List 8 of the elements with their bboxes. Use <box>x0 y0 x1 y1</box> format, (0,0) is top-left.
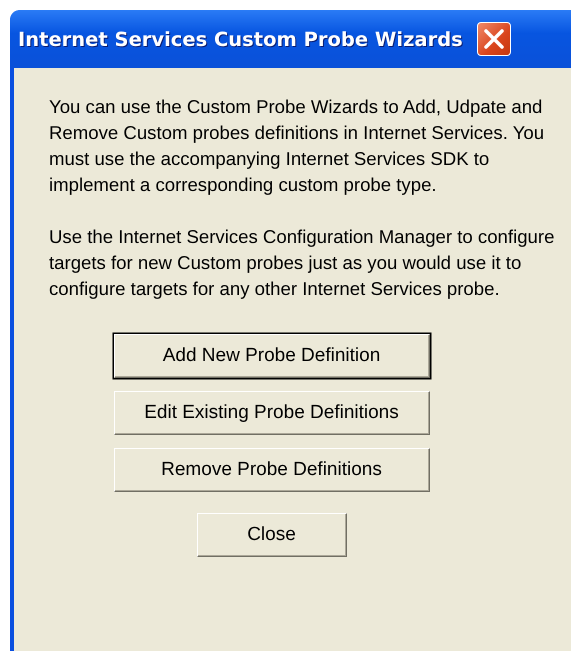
close-button[interactable]: Close <box>196 513 346 557</box>
close-icon[interactable] <box>476 22 511 56</box>
wizard-button[interactable]: Edit Existing Probe Definitions <box>114 391 430 435</box>
window-title: Internet Services Custom Probe Wizards <box>18 28 463 50</box>
wizard-button[interactable]: Remove Probe Definitions <box>114 448 430 492</box>
description-text: You can use the Custom Probe Wizards to Add, Udpate and Remove Custom probes definitions in Internet Services. You must use the accompanying Internet Services SDK to implement a corresponding custom probe type. <box>49 95 546 197</box>
wizard-button[interactable]: Add New Probe Definition <box>114 334 430 378</box>
description-text: Use the Internet Services Configuration Manager to configure targets for new Custom probes just as you would use it to configure targets for any other Internet Services probe. <box>49 225 556 301</box>
